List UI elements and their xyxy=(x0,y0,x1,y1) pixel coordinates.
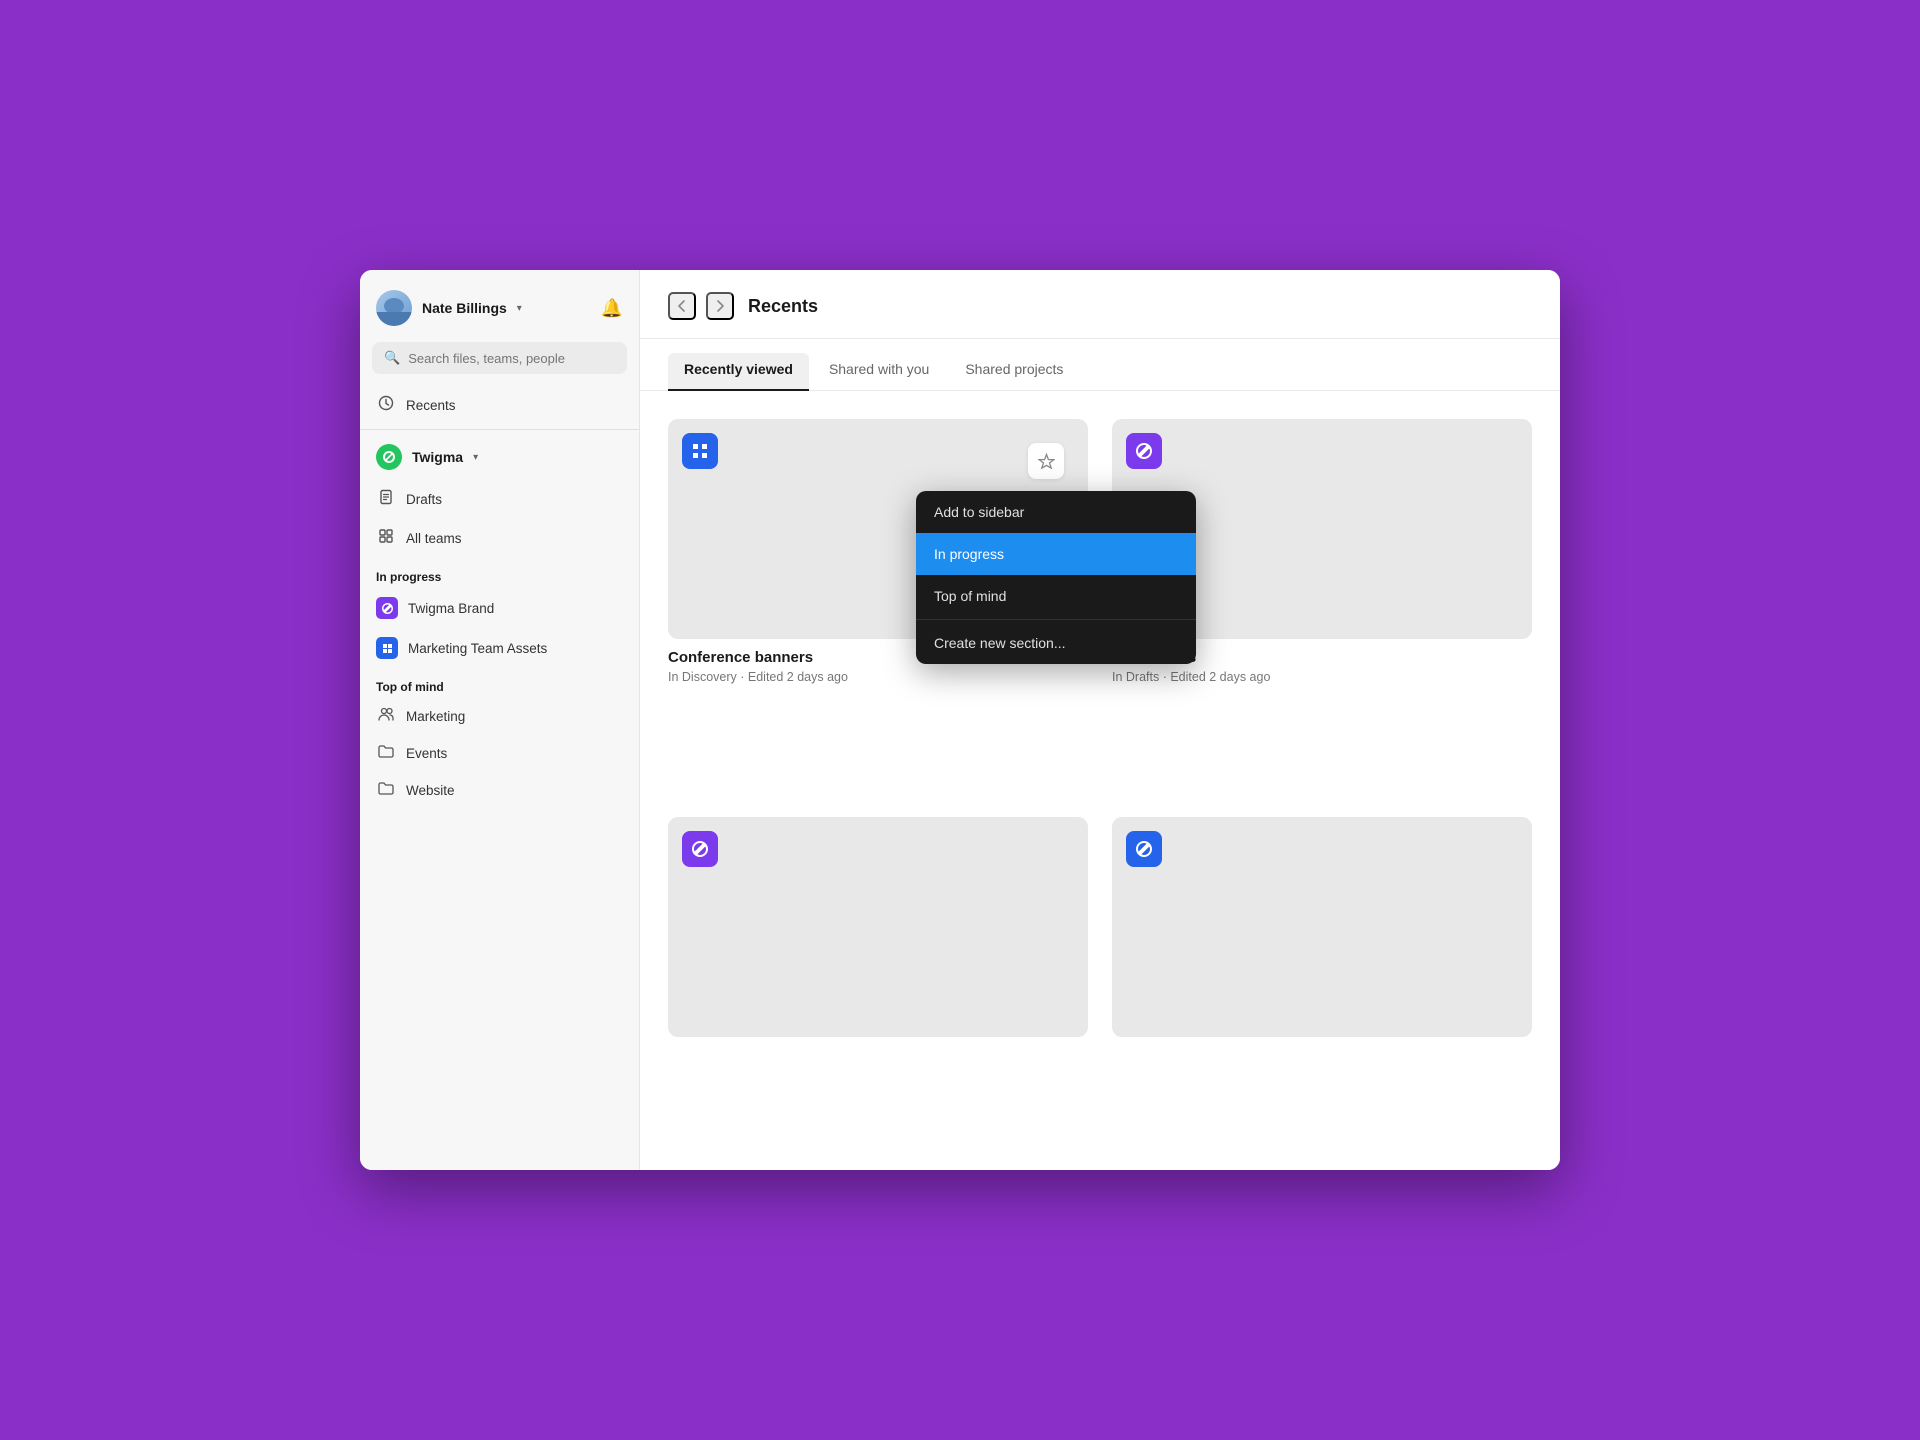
recents-label: Recents xyxy=(406,398,456,413)
tabs-bar: Recently viewed Shared with you Shared p… xyxy=(640,339,1560,391)
forward-button[interactable] xyxy=(706,292,734,320)
top-of-mind-section-label: Top of mind xyxy=(360,668,639,698)
card-3 xyxy=(668,817,1088,1142)
in-progress-section-label: In progress xyxy=(360,558,639,588)
tab-shared-projects[interactable]: Shared projects xyxy=(949,353,1079,391)
sidebar-item-events[interactable]: Events xyxy=(360,735,639,772)
sidebar-item-all-teams[interactable]: All teams xyxy=(360,519,639,558)
all-teams-label: All teams xyxy=(406,531,462,546)
card-badge-blue xyxy=(682,433,718,469)
sidebar-item-marketing-assets[interactable]: Marketing Team Assets xyxy=(360,628,639,668)
card-conference-banners: Add to sidebar In progress Top of mind C… xyxy=(668,419,1088,793)
website-label: Website xyxy=(406,783,455,798)
sidebar-item-website[interactable]: Website xyxy=(360,772,639,809)
context-dropdown-menu: Add to sidebar In progress Top of mind C… xyxy=(916,491,1196,664)
card-badge-purple xyxy=(1126,433,1162,469)
twigma-brand-label: Twigma Brand xyxy=(408,601,494,616)
workspace-icon xyxy=(376,444,402,470)
tab-shared-with-you[interactable]: Shared with you xyxy=(813,353,945,391)
sidebar-header: Nate Billings ▾ 🔔 xyxy=(360,270,639,342)
marketing-assets-icon xyxy=(376,637,398,659)
sidebar-item-marketing[interactable]: Marketing xyxy=(360,698,639,735)
doc-icon xyxy=(376,489,396,510)
sidebar-item-recents[interactable]: Recents xyxy=(360,386,639,425)
search-bar[interactable]: 🔍 xyxy=(372,342,627,374)
card-preview-3 xyxy=(668,817,1088,1037)
marketing-assets-label: Marketing Team Assets xyxy=(408,641,547,656)
avatar xyxy=(376,290,412,326)
search-icon: 🔍 xyxy=(384,350,400,366)
dropdown-create-new-section[interactable]: Create new section... xyxy=(916,622,1196,664)
drafts-label: Drafts xyxy=(406,492,442,507)
app-window: Nate Billings ▾ 🔔 🔍 Recents xyxy=(360,270,1560,1170)
sidebar: Nate Billings ▾ 🔔 🔍 Recents xyxy=(360,270,640,1170)
twigma-brand-icon xyxy=(376,597,398,619)
main-content: Recents Recently viewed Shared with you … xyxy=(640,270,1560,1170)
page-title: Recents xyxy=(748,296,818,317)
star-button[interactable] xyxy=(1028,443,1064,479)
tab-recently-viewed[interactable]: Recently viewed xyxy=(668,353,809,391)
workspace-chevron-icon: ▾ xyxy=(473,452,478,463)
topbar: Recents xyxy=(640,270,1560,339)
card-preview-4 xyxy=(1112,817,1532,1037)
back-button[interactable] xyxy=(668,292,696,320)
sidebar-item-twigma-brand[interactable]: Twigma Brand xyxy=(360,588,639,628)
cards-grid: Add to sidebar In progress Top of mind C… xyxy=(640,391,1560,1170)
card-meta-conference-banners: In Discovery · Edited 2 days ago xyxy=(668,670,1088,684)
clock-icon xyxy=(376,395,396,416)
marketing-label: Marketing xyxy=(406,709,465,724)
card-4 xyxy=(1112,817,1532,1142)
dropdown-divider xyxy=(916,619,1196,620)
chevron-down-icon: ▾ xyxy=(517,303,522,314)
people-icon xyxy=(376,707,396,726)
events-label: Events xyxy=(406,746,447,761)
card-badge-blue-2 xyxy=(1126,831,1162,867)
search-input[interactable] xyxy=(408,351,615,366)
dropdown-top-of-mind[interactable]: Top of mind xyxy=(916,575,1196,617)
notification-bell-icon[interactable]: 🔔 xyxy=(601,298,623,319)
workspace-name: Twigma xyxy=(412,449,463,465)
card-preview-conference-banners: Add to sidebar In progress Top of mind C… xyxy=(668,419,1088,639)
folder-2-icon xyxy=(376,781,396,800)
sidebar-divider xyxy=(360,429,639,430)
folder-icon xyxy=(376,744,396,763)
workspace-header[interactable]: Twigma ▾ xyxy=(360,434,639,480)
dropdown-in-progress[interactable]: In progress xyxy=(916,533,1196,575)
dropdown-add-to-sidebar[interactable]: Add to sidebar xyxy=(916,491,1196,533)
card-meta-banner-riffs: In Drafts · Edited 2 days ago xyxy=(1112,670,1532,684)
grid-icon xyxy=(376,528,396,549)
sidebar-item-drafts[interactable]: Drafts xyxy=(360,480,639,519)
user-name: Nate Billings xyxy=(422,300,507,316)
user-menu[interactable]: Nate Billings ▾ xyxy=(376,290,522,326)
card-badge-purple-2 xyxy=(682,831,718,867)
